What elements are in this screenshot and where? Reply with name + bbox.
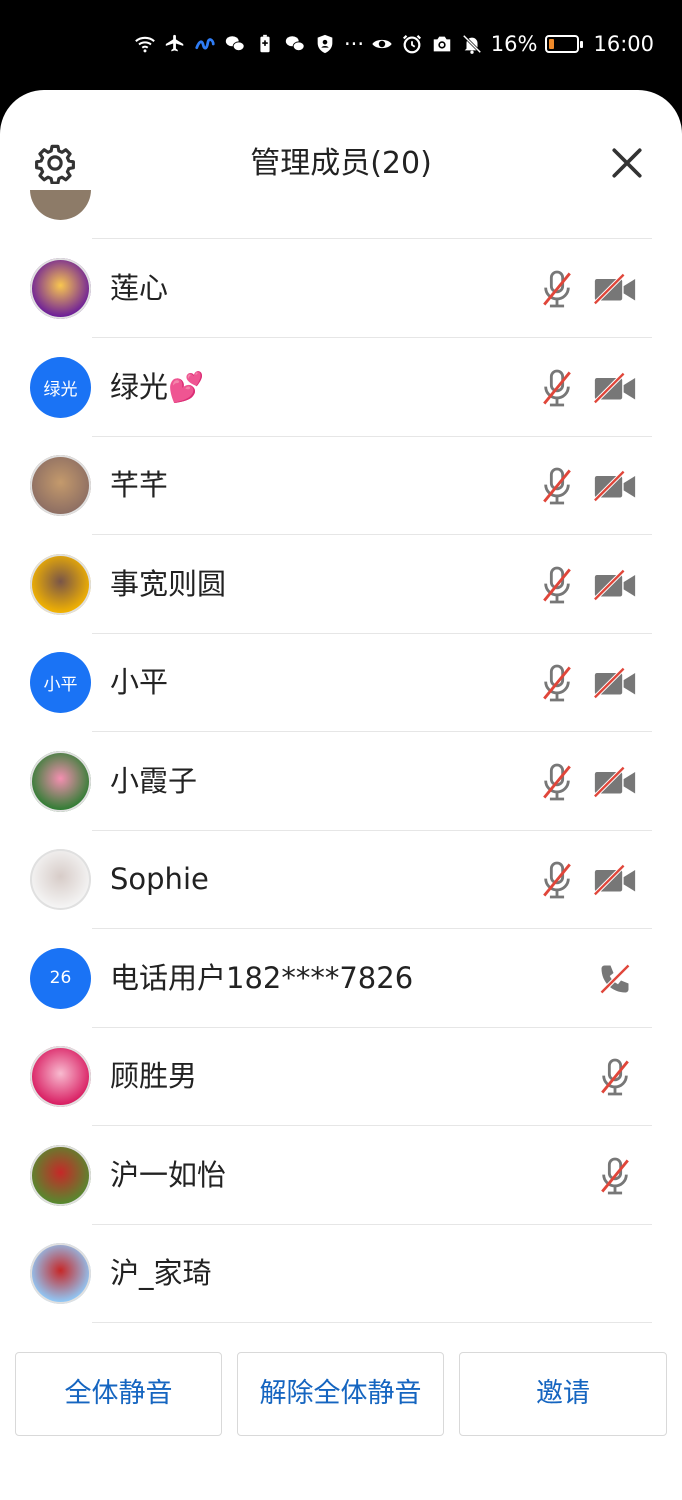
battery-level (549, 39, 555, 49)
mic-muted-icon[interactable] (540, 663, 574, 703)
status-right-icons: 16% 16:00 (371, 30, 654, 58)
list-item[interactable]: 沪_家琦 (0, 1224, 682, 1323)
camera-off-icon[interactable] (592, 565, 638, 605)
mute-all-button[interactable]: 全体静音 (15, 1352, 222, 1436)
invite-button[interactable]: 邀请 (459, 1352, 667, 1436)
member-name: Sophie (110, 862, 209, 896)
avatar (30, 750, 91, 812)
eye-icon (371, 33, 393, 55)
mic-muted-icon[interactable] (598, 1057, 632, 1097)
list-item[interactable]: 小霞子 (0, 732, 682, 831)
camera-off-icon[interactable] (592, 269, 638, 309)
camera-off-icon[interactable] (592, 762, 638, 802)
mic-muted-icon[interactable] (540, 269, 574, 309)
avatar-text: 绿光 (43, 379, 78, 400)
manage-members-sheet: 管理成员(20) 莲心绿光 绿光💕 芊芊事宽则圆小平 小平小霞子 Sophie 26 电话用… (0, 90, 682, 1500)
member-name: 小霞子 (110, 763, 198, 798)
close-icon[interactable] (610, 146, 644, 180)
unmute-all-button[interactable]: 解除全体静音 (237, 1352, 444, 1436)
status-left-icons: ··· (134, 30, 364, 58)
mic-muted-icon[interactable] (540, 565, 574, 605)
camera-off-icon[interactable] (592, 860, 638, 900)
wifi-icon (134, 33, 156, 55)
mic-muted-icon[interactable] (540, 860, 574, 900)
wechat-icon (224, 33, 246, 55)
avatar (30, 1046, 91, 1107)
member-list[interactable]: 莲心绿光 绿光💕 芊芊事宽则圆小平 小平小霞子 Sophie 26 电话用户182****7… (0, 190, 682, 1330)
mic-muted-icon[interactable] (540, 368, 574, 408)
clock: 16:00 (593, 32, 654, 56)
page-title: 管理成员(20) (250, 146, 432, 181)
mic-muted-icon[interactable] (540, 466, 574, 506)
avatar: 小平 (30, 652, 91, 713)
avatar-text: 小平 (43, 675, 78, 695)
battery-icon (545, 35, 584, 53)
app-icon (194, 33, 216, 55)
avatar (30, 849, 91, 910)
row-divider (92, 1322, 652, 1323)
camera-icon (431, 33, 453, 55)
avatar (30, 258, 91, 319)
camera-off-icon[interactable] (592, 663, 638, 703)
member-name: 莲心 (110, 271, 169, 305)
camera-off-icon[interactable] (592, 466, 638, 506)
member-name: 事宽则圆 (110, 566, 227, 601)
avatar (30, 190, 91, 220)
wechat-icon (284, 33, 306, 55)
list-item[interactable]: 莲心 (0, 239, 682, 338)
list-item-partial[interactable] (0, 190, 682, 239)
camera-off-icon[interactable] (592, 368, 638, 408)
status-more: ··· (344, 32, 365, 56)
list-item[interactable]: 绿光 绿光💕 (0, 338, 682, 437)
member-name: 小平 (110, 665, 169, 699)
avatar (30, 455, 91, 516)
phone-muted-icon[interactable] (597, 959, 633, 999)
list-item[interactable]: Sophie (0, 830, 682, 929)
avatar-text: 26 (49, 968, 72, 988)
avatar (30, 1144, 91, 1206)
alarm-icon (401, 33, 423, 55)
avatar: 26 (30, 947, 91, 1009)
member-name: 沪_家琦 (110, 1256, 212, 1290)
mic-muted-icon[interactable] (540, 762, 574, 802)
battery-saver-icon (254, 33, 276, 55)
battery-percent: 16% (490, 32, 538, 56)
member-name: 沪一如怡 (110, 1157, 227, 1192)
list-item[interactable]: 小平 小平 (0, 633, 682, 732)
member-name: 电话用户182****7826 (110, 960, 414, 995)
list-item[interactable]: 芊芊 (0, 436, 682, 535)
bell-off-icon (461, 33, 483, 55)
shield-icon (314, 33, 336, 55)
list-item[interactable]: 沪一如怡 (0, 1126, 682, 1225)
member-name: 芊芊 (110, 468, 169, 502)
list-item[interactable]: 事宽则圆 (0, 535, 682, 634)
avatar (30, 553, 91, 615)
avatar (30, 1243, 91, 1304)
airplane-icon (164, 33, 186, 55)
member-name: 绿光💕 (110, 369, 205, 404)
action-bar: 全体静音 解除全体静音 邀请 (0, 1350, 682, 1440)
member-name: 顾胜男 (110, 1059, 198, 1093)
list-item[interactable]: 顾胜男 (0, 1027, 682, 1126)
avatar: 绿光 (30, 356, 91, 418)
status-bar: ··· 16% 16:00 (0, 0, 682, 88)
mic-muted-icon[interactable] (598, 1156, 632, 1196)
list-item[interactable]: 26 电话用户182****7826 (0, 929, 682, 1028)
